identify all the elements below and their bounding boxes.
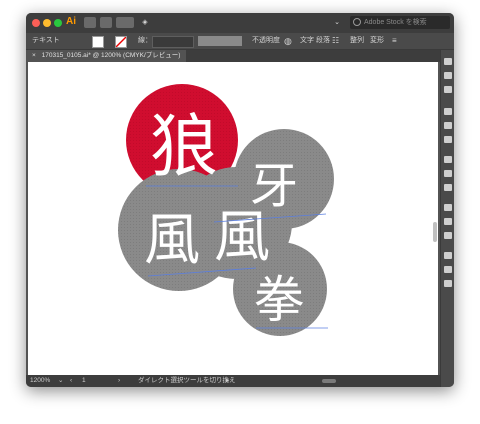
- control-bar: テキスト 線： 不透明度 ◍ 文字 段落 ☷ 整列 変形 ≡: [26, 33, 454, 50]
- recolor-icon[interactable]: ◍: [284, 33, 292, 49]
- panel-dock: [440, 50, 454, 387]
- panel-menu-icon[interactable]: ≡: [392, 33, 397, 49]
- stroke-label: 線：: [138, 37, 152, 44]
- next-artboard-icon[interactable]: ›: [118, 375, 120, 387]
- glyph-wind-left[interactable]: 風: [144, 208, 200, 273]
- variable-width-profile[interactable]: [198, 36, 242, 46]
- document-tab-title: 170315_0105.ai* @ 1200% (CMYK/プレビュー): [41, 52, 181, 59]
- type-options-icon[interactable]: ☷: [332, 33, 339, 49]
- stock-icon[interactable]: [100, 17, 112, 28]
- transform-panel-icon[interactable]: [444, 170, 452, 177]
- swatches-panel-icon[interactable]: [444, 136, 452, 143]
- vertical-scrollbar-thumb[interactable]: [433, 222, 437, 242]
- transparency-panel-icon[interactable]: [444, 232, 452, 239]
- zoom-level[interactable]: 1200%: [30, 375, 50, 387]
- bridge-icon[interactable]: [84, 17, 96, 28]
- symbols-panel-icon[interactable]: [444, 86, 452, 93]
- no-stroke-icon: [116, 37, 126, 47]
- status-menu-icon[interactable]: ▸: [226, 375, 229, 387]
- title-bar: Ai ◈ ⌄ Adobe Stock を検索: [26, 13, 454, 33]
- gpu-performance-icon[interactable]: ◈: [140, 17, 150, 28]
- workspace-switcher-icon[interactable]: ⌄: [332, 17, 342, 28]
- status-bar: 1200% ⌄ ‹ 1 › ダイレクト選択ツールを切り換え ▸: [26, 375, 440, 387]
- document-tab-bar: × 170315_0105.ai* @ 1200% (CMYK/プレビュー): [26, 50, 440, 62]
- status-hint: ダイレクト選択ツールを切り換え: [138, 377, 236, 384]
- prev-artboard-icon[interactable]: ‹: [70, 375, 72, 387]
- zoom-dropdown-icon[interactable]: ⌄: [58, 375, 63, 387]
- minimize-window-button[interactable]: [43, 19, 51, 27]
- artwork: 狼 牙 風 風 拳: [118, 84, 334, 336]
- glyph-fist[interactable]: 拳: [254, 271, 304, 329]
- stroke-swatch[interactable]: [115, 36, 127, 48]
- graphic-styles-panel-icon[interactable]: [444, 218, 452, 225]
- artboard-number[interactable]: 1: [82, 375, 86, 387]
- tool-name-label: テキスト: [32, 37, 60, 44]
- artboards-panel-icon[interactable]: [444, 280, 452, 287]
- illustrator-window: Ai ◈ ⌄ Adobe Stock を検索 テキスト 線： 不透明度 ◍ 文字…: [26, 13, 454, 387]
- pathfinder-panel-icon[interactable]: [444, 184, 452, 191]
- opacity-label[interactable]: 不透明度: [252, 33, 280, 49]
- app-logo: Ai: [66, 16, 76, 27]
- tab-close-icon[interactable]: ×: [32, 52, 36, 59]
- layers-panel-icon[interactable]: [444, 266, 452, 273]
- stroke-panel-icon[interactable]: [444, 108, 452, 115]
- paragraph-link[interactable]: 段落: [316, 33, 330, 49]
- artboard-canvas[interactable]: 狼 牙 風 風 拳: [28, 62, 438, 375]
- search-icon: [353, 18, 361, 26]
- align-panel-icon[interactable]: [444, 156, 452, 163]
- appearance-panel-icon[interactable]: [444, 204, 452, 211]
- brushes-panel-icon[interactable]: [444, 122, 452, 129]
- transform-link[interactable]: 変形: [370, 33, 384, 49]
- glyph-wolf[interactable]: 狼: [150, 108, 218, 187]
- document-tab[interactable]: × 170315_0105.ai* @ 1200% (CMYK/プレビュー): [26, 50, 186, 62]
- search-placeholder: Adobe Stock を検索: [364, 19, 427, 26]
- arrange-documents-icon[interactable]: [116, 17, 134, 28]
- fill-swatch[interactable]: [92, 36, 104, 48]
- stock-search-input[interactable]: Adobe Stock を検索: [350, 16, 450, 29]
- glyph-wind-right[interactable]: 風: [214, 205, 270, 270]
- export-panel-icon[interactable]: [444, 252, 452, 259]
- character-link[interactable]: 文字: [300, 33, 314, 49]
- close-window-button[interactable]: [32, 19, 40, 27]
- align-link[interactable]: 整列: [350, 33, 364, 49]
- color-guide-panel-icon[interactable]: [444, 72, 452, 79]
- horizontal-scrollbar-thumb[interactable]: [322, 379, 336, 383]
- zoom-window-button[interactable]: [54, 19, 62, 27]
- color-panel-icon[interactable]: [444, 58, 452, 65]
- stroke-weight-field[interactable]: [152, 36, 194, 48]
